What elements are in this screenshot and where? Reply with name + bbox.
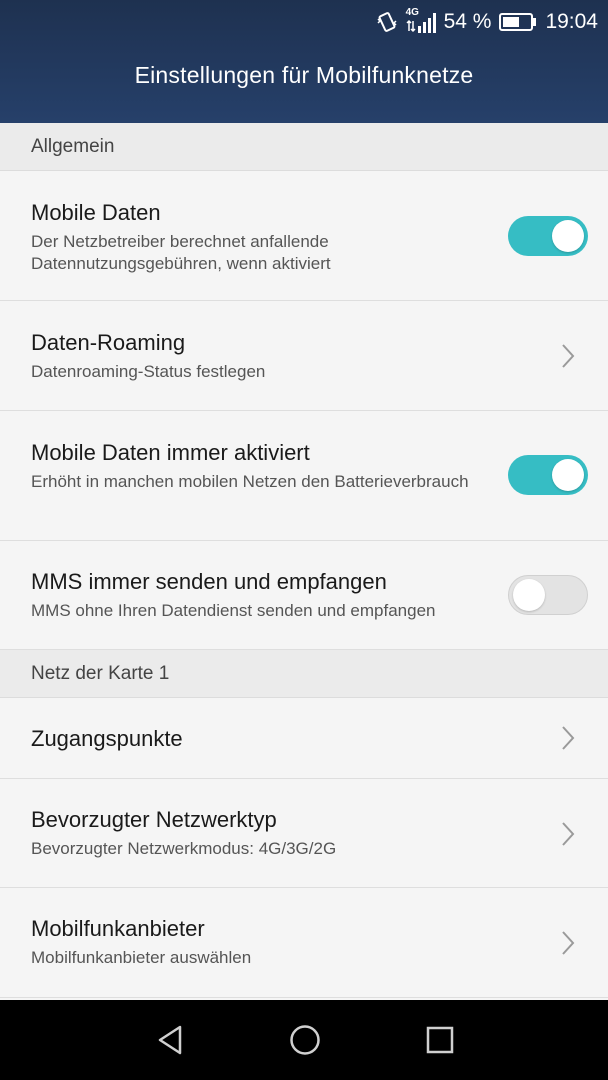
battery-icon	[499, 12, 537, 32]
row-title: Mobilfunkanbieter	[31, 916, 205, 941]
row-mobile-data-always-on[interactable]: Mobile Daten immer aktiviert Erhöht in m…	[0, 411, 608, 541]
row-subtitle: MMS ohne Ihren Datendienst senden und em…	[31, 601, 436, 620]
page-title: Einstellungen für Mobilfunknetze	[134, 62, 474, 88]
mms-toggle[interactable]	[508, 575, 588, 615]
row-network-type[interactable]: Bevorzugter Netzwerktyp Bevorzugter Netz…	[0, 779, 608, 888]
battery-percent: 54 %	[443, 10, 492, 33]
status-bar: 4G 54 % 19:04	[0, 0, 608, 44]
row-mobile-data[interactable]: Mobile Daten Der Netzbetreiber berechnet…	[0, 171, 608, 301]
recents-square-icon	[426, 1026, 454, 1054]
app-header: 4G 54 % 19:04 Einstellungen für Mobilfun…	[0, 0, 608, 123]
row-title: MMS immer senden und empfangen	[31, 569, 387, 594]
row-title: Daten-Roaming	[31, 330, 186, 355]
home-button[interactable]	[287, 1022, 323, 1058]
row-subtitle: Erhöht in manchen mobilen Netzen den Bat…	[31, 472, 469, 491]
row-access-points[interactable]: Zugangspunkte	[0, 698, 608, 779]
row-mms[interactable]: MMS immer senden und empfangen MMS ohne …	[0, 541, 608, 650]
back-triangle-icon	[158, 1025, 182, 1055]
row-subtitle: Der Netzbetreiber berechnet anfallende D…	[31, 232, 331, 273]
signal-4g-icon: 4G	[406, 7, 436, 35]
always-on-toggle[interactable]	[508, 455, 588, 495]
vibrate-icon	[376, 11, 398, 33]
row-title: Zugangspunkte	[31, 726, 183, 751]
clock: 19:04	[545, 10, 598, 33]
recents-button[interactable]	[422, 1022, 458, 1058]
row-subtitle: Datenroaming-Status festlegen	[31, 362, 266, 381]
section-header-card1: Netz der Karte 1	[0, 650, 608, 698]
toggle-knob	[552, 220, 584, 252]
row-data-roaming[interactable]: Daten-Roaming Datenroaming-Status festle…	[0, 301, 608, 411]
row-title: Mobile Daten immer aktiviert	[31, 440, 310, 465]
settings-list: Allgemein Mobile Daten Der Netzbetreiber…	[0, 123, 608, 998]
row-title: Bevorzugter Netzwerktyp	[31, 807, 277, 832]
chevron-right-icon	[562, 726, 575, 750]
row-subtitle: Bevorzugter Netzwerkmodus: 4G/3G/2G	[31, 839, 337, 858]
chevron-right-icon	[562, 344, 575, 368]
chevron-right-icon	[562, 822, 575, 846]
section-header-general: Allgemein	[0, 123, 608, 171]
home-circle-icon	[290, 1025, 320, 1055]
row-subtitle: Mobilfunkanbieter auswählen	[31, 948, 252, 967]
back-button[interactable]	[152, 1022, 188, 1058]
mobile-data-toggle[interactable]	[508, 216, 588, 256]
chevron-right-icon	[562, 931, 575, 955]
row-operator[interactable]: Mobilfunkanbieter Mobilfunkanbieter ausw…	[0, 888, 608, 998]
row-title: Mobile Daten	[31, 200, 161, 225]
toggle-knob	[513, 579, 545, 611]
navigation-bar	[0, 1000, 608, 1080]
toggle-knob	[552, 459, 584, 491]
